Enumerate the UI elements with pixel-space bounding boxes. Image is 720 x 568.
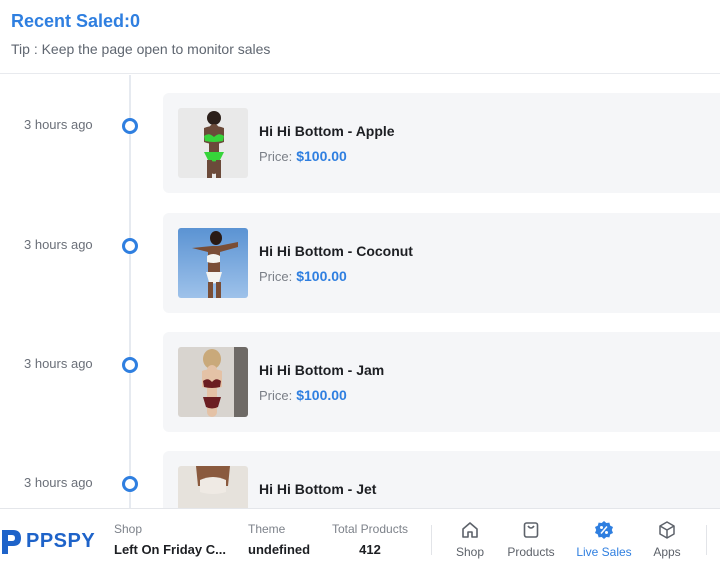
theme-label: Theme — [248, 522, 286, 536]
sale-time: 3 hours ago — [24, 237, 93, 252]
shop-value: Left On Friday C... — [114, 542, 226, 557]
nav-live-sales[interactable]: Live Sales — [574, 520, 634, 559]
price-row: Price: $100.00 — [259, 268, 347, 284]
percent-badge-icon — [595, 521, 613, 539]
page-header: Recent Saled:0 Tip : Keep the page open … — [0, 0, 720, 74]
sale-time: 3 hours ago — [24, 117, 93, 132]
theme-value: undefined — [248, 542, 311, 557]
price-label: Price: — [259, 269, 293, 284]
sales-timeline[interactable]: 3 hours ago Hi Hi Bottom - Apple Price: $… — [0, 75, 720, 508]
sale-entry: 3 hours ago Hi Hi Bottom - Jam Price: $10… — [0, 314, 720, 432]
logo-text: PPSPY — [26, 529, 96, 552]
timeline-dot — [122, 118, 138, 134]
timeline-dot — [122, 357, 138, 373]
product-name[interactable]: Hi Hi Bottom - Jet — [259, 481, 376, 497]
nav-apps[interactable]: Apps — [637, 520, 697, 559]
product-thumbnail[interactable] — [178, 108, 248, 178]
product-thumbnail[interactable] — [178, 466, 248, 508]
page-title: Recent Saled:0 — [11, 11, 141, 31]
product-card[interactable]: Hi Hi Bottom - Apple Price: $100.00 — [163, 93, 720, 193]
nav-products-label: Products — [507, 545, 555, 559]
nav-shop[interactable]: Shop — [440, 520, 500, 559]
sale-entry: 3 hours ago Hi Hi Bottom - Apple Price: $… — [0, 75, 720, 193]
price-row: Price: $100.00 — [259, 387, 347, 403]
price-value: $100.00 — [296, 148, 347, 164]
ppspy-logo-icon — [2, 530, 21, 554]
nav-apps-label: Apps — [653, 545, 681, 559]
product-name[interactable]: Hi Hi Bottom - Apple — [259, 123, 395, 139]
total-products-label: Total Products — [332, 522, 409, 536]
cube-icon — [659, 521, 675, 539]
product-card[interactable]: Hi Hi Bottom - Jet Price: — [163, 451, 720, 508]
sale-entry: 3 hours ago Hi Hi Bottom - Jet Price: — [0, 433, 720, 508]
product-name[interactable]: Hi Hi Bottom - Jam — [259, 362, 384, 378]
price-label: Price: — [259, 388, 293, 403]
price-row: Price: $100.00 — [259, 148, 347, 164]
sale-time: 3 hours ago — [24, 356, 93, 371]
price-value: $100.00 — [296, 387, 347, 403]
nav-products[interactable]: Products — [501, 520, 561, 559]
sale-time: 3 hours ago — [24, 475, 93, 490]
product-card[interactable]: Hi Hi Bottom - Jam Price: $100.00 — [163, 332, 720, 432]
sale-entry: 3 hours ago Hi Hi Bottom - Coconut Price… — [0, 195, 720, 313]
total-products-stat: Total Products 412 — [332, 522, 408, 557]
bag-icon — [523, 522, 539, 538]
timeline-dot — [122, 476, 138, 492]
product-card[interactable]: Hi Hi Bottom - Coconut Price: $100.00 — [163, 213, 720, 313]
product-name[interactable]: Hi Hi Bottom - Coconut — [259, 243, 413, 259]
divider — [431, 525, 432, 555]
divider — [706, 525, 707, 555]
product-thumbnail[interactable] — [178, 347, 248, 417]
shop-stat: Shop Left On Friday C... — [114, 522, 226, 557]
total-products-value: 412 — [359, 542, 381, 557]
tip-text: Tip : Keep the page open to monitor sale… — [11, 41, 271, 57]
shop-label: Shop — [114, 522, 143, 536]
bottom-bar: PPSPY Shop Left On Friday C... Theme und… — [0, 508, 720, 568]
price-label: Price: — [259, 149, 293, 164]
nav-shop-label: Shop — [455, 545, 485, 559]
timeline-dot — [122, 238, 138, 254]
home-icon — [462, 522, 478, 538]
ppspy-logo[interactable]: PPSPY — [0, 527, 95, 555]
product-thumbnail[interactable] — [178, 228, 248, 298]
nav-live-sales-label: Live Sales — [576, 545, 632, 559]
price-value: $100.00 — [296, 268, 347, 284]
theme-stat: Theme undefined — [248, 522, 310, 557]
